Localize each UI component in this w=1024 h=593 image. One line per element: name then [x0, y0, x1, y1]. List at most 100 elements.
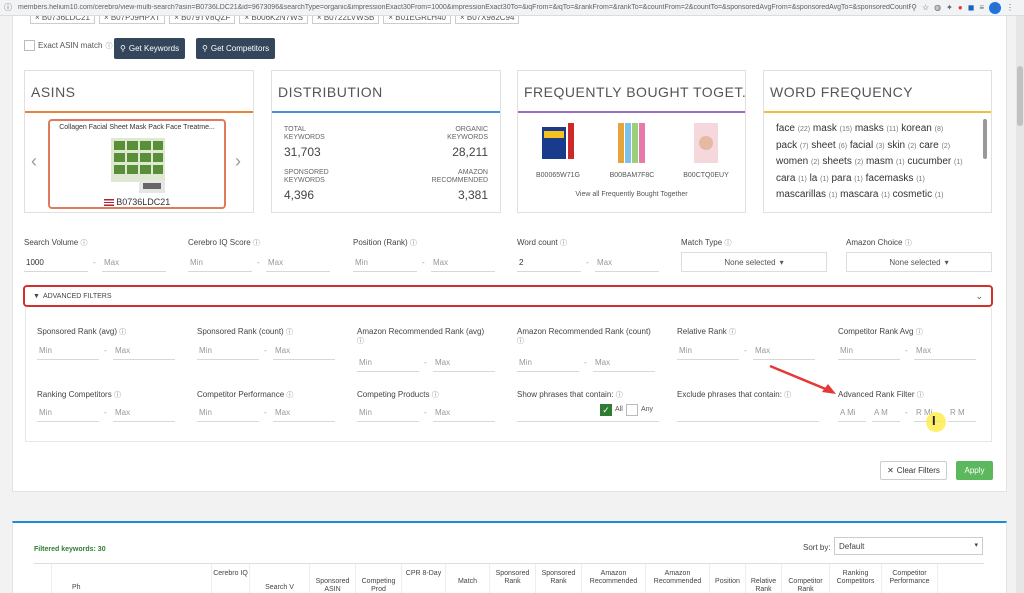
column-header[interactable]: Match [446, 564, 490, 593]
word[interactable]: facial [850, 140, 873, 151]
word[interactable]: cucumber [907, 156, 951, 167]
column-header[interactable]: Relative Rank [746, 564, 782, 593]
competitor-rank-avg-min-input[interactable]: Min [838, 342, 900, 360]
amazon-rec-rank-count-min-input[interactable]: Min [517, 354, 579, 372]
star-icon[interactable]: ☆ [922, 3, 929, 12]
sponsored-rank-avg-max-input[interactable]: Max [113, 342, 175, 360]
advanced-filters-toggle[interactable]: ▼ ADVANCED FILTERS ⌄ [23, 285, 993, 307]
any-checkbox[interactable] [626, 404, 638, 416]
word[interactable]: mask [813, 123, 837, 134]
exclude-phrases-input[interactable] [677, 404, 819, 422]
column-header[interactable] [34, 564, 52, 593]
word[interactable]: la [810, 173, 818, 184]
word[interactable]: care [919, 140, 938, 151]
position-min-input[interactable]: Min [353, 254, 417, 272]
position-max-input[interactable]: Max [431, 254, 495, 272]
asin-chip[interactable]: × B07PJ9HPXT [98, 16, 166, 24]
column-header[interactable]: Amazon Recommended [582, 564, 646, 593]
competing-products-max-input[interactable]: Max [433, 404, 495, 422]
chevron-right-icon[interactable]: › [235, 151, 241, 172]
info-icon[interactable]: ⓘ [4, 2, 12, 13]
chrome-icon[interactable]: ● [958, 3, 963, 12]
sponsored-rank-count-max-input[interactable]: Max [273, 342, 335, 360]
asin-rank-max-input[interactable]: A M [872, 404, 900, 422]
asin-chip[interactable]: × B0736LDC21 [30, 16, 95, 24]
asin-rank-min-input[interactable]: A Mi [838, 404, 866, 422]
extension-icon[interactable]: ◍ [934, 3, 941, 12]
fbt-item[interactable]: B00065W71G [530, 121, 586, 179]
column-header[interactable]: Ranking Competitors [830, 564, 882, 593]
get-keywords-button[interactable]: ⚲ Get Keywords [114, 38, 186, 59]
sponsored-rank-avg-min-input[interactable]: Min [37, 342, 99, 360]
relative-rank-max-small-input[interactable]: R M [948, 404, 976, 422]
list-icon[interactable]: ≡ [979, 3, 984, 12]
relative-rank-max-input[interactable]: Max [753, 342, 815, 360]
cerebro-iq-max-input[interactable]: Max [266, 254, 330, 272]
chevron-left-icon[interactable]: ‹ [31, 151, 37, 172]
amazon-rec-rank-avg-min-input[interactable]: Min [357, 354, 419, 372]
scrollbar-thumb[interactable] [1017, 66, 1023, 126]
word[interactable]: mascara [840, 189, 878, 200]
competitor-rank-avg-max-input[interactable]: Max [914, 342, 976, 360]
asin-chip[interactable]: × B0722LVWSB [311, 16, 380, 24]
word[interactable]: sheets [822, 156, 851, 167]
word[interactable]: cosmetic [893, 189, 932, 200]
word-count-min-input[interactable]: 2 [517, 254, 581, 272]
column-header[interactable]: Competitor Performance [882, 564, 938, 593]
view-all-fbt-link[interactable]: View all Frequently Bought Together [518, 191, 745, 198]
competitor-performance-max-input[interactable]: Max [273, 404, 335, 422]
column-header[interactable]: Amazon Recommended [646, 564, 710, 593]
asin-chip[interactable]: × B01EGRLH40 [383, 16, 451, 24]
amazon-choice-dropdown[interactable]: None selected ▾ [846, 252, 992, 272]
asin-card[interactable]: Collagen Facial Sheet Mask Pack Face Tre… [48, 119, 226, 209]
sponsored-rank-count-min-input[interactable]: Min [197, 342, 259, 360]
match-type-dropdown[interactable]: None selected ▾ [681, 252, 827, 272]
asin-chip[interactable]: × B07X982C94 [454, 16, 520, 24]
column-header[interactable]: Cerebro IQ [212, 564, 250, 593]
word[interactable]: facemasks [866, 173, 914, 184]
search-volume-min-input[interactable]: 1000 [24, 254, 88, 272]
column-header[interactable]: Competing Prod [356, 564, 402, 593]
address-bar[interactable]: members.helium10.com/cerebro/view-multi-… [12, 4, 911, 11]
asin-chip[interactable]: × B006K2N7WS [239, 16, 308, 24]
asin-chip[interactable]: × B079TV8QZF [169, 16, 236, 24]
get-competitors-button[interactable]: ⚲ Get Competitors [196, 38, 276, 59]
column-header[interactable]: Search V [250, 564, 310, 593]
relative-rank-min-input[interactable]: Min [677, 342, 739, 360]
column-header[interactable]: Position [710, 564, 746, 593]
column-header[interactable]: Competitor Rank [782, 564, 830, 593]
word[interactable]: cara [776, 173, 795, 184]
chevron-down-icon[interactable]: ⌄ [975, 291, 983, 302]
competing-products-min-input[interactable]: Min [357, 404, 419, 422]
column-header[interactable]: CPR 8-Day [402, 564, 446, 593]
menu-icon[interactable]: ⋮ [1006, 3, 1014, 12]
search-volume-max-input[interactable]: Max [102, 254, 166, 272]
profile-avatar[interactable]: S [989, 1, 1001, 14]
column-header[interactable]: Sponsored ASIN [310, 564, 356, 593]
column-header[interactable]: Sponsored Rank [490, 564, 536, 593]
shield-icon[interactable]: ◼ [968, 3, 975, 12]
word[interactable]: masks [855, 123, 884, 134]
clear-filters-button[interactable]: ✕ Clear Filters [880, 461, 947, 480]
page-scrollbar[interactable] [1016, 16, 1024, 593]
word[interactable]: korean [901, 123, 932, 134]
exact-asin-checkbox[interactable] [24, 40, 35, 51]
word[interactable]: face [776, 123, 795, 134]
word-count-max-input[interactable]: Max [595, 254, 659, 272]
word[interactable]: mascarillas [776, 189, 826, 200]
exact-asin-match[interactable]: Exact ASIN match ⓘ [24, 40, 112, 51]
cerebro-iq-min-input[interactable]: Min [188, 254, 252, 272]
ranking-competitors-max-input[interactable]: Max [113, 404, 175, 422]
word[interactable]: para [832, 173, 852, 184]
ranking-competitors-min-input[interactable]: Min [37, 404, 99, 422]
apply-button[interactable]: Apply [956, 461, 993, 480]
word[interactable]: sheet [811, 140, 835, 151]
amazon-rec-rank-count-max-input[interactable]: Max [593, 354, 655, 372]
word[interactable]: women [776, 156, 808, 167]
search-icon[interactable]: ⚲ [911, 3, 917, 12]
word[interactable]: masm [866, 156, 893, 167]
all-checkbox[interactable]: ✓ [600, 404, 612, 416]
amazon-rec-rank-avg-max-input[interactable]: Max [433, 354, 495, 372]
word[interactable]: pack [776, 140, 797, 151]
column-header[interactable]: Sponsored Rank [536, 564, 582, 593]
